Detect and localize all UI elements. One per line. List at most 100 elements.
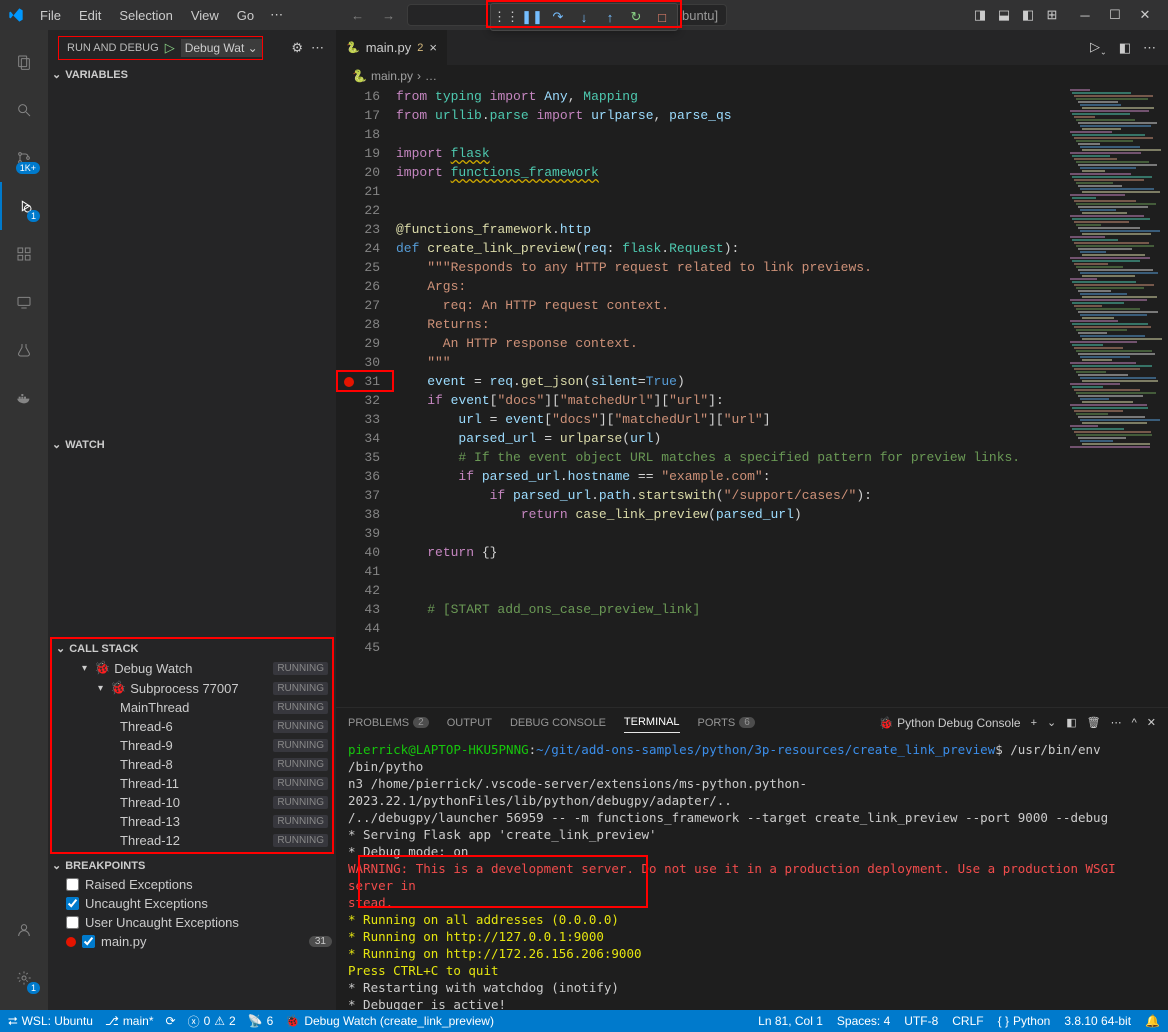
cursor-position[interactable]: Ln 81, Col 1 xyxy=(758,1014,823,1028)
pause-icon[interactable]: ❚❚ xyxy=(521,6,543,28)
menu-file[interactable]: File xyxy=(32,4,69,27)
drag-handle-icon[interactable]: ⋮⋮ xyxy=(495,6,517,28)
encoding-status[interactable]: UTF-8 xyxy=(904,1014,938,1028)
sync-icon[interactable]: ⟳ xyxy=(166,1014,176,1028)
callstack-row[interactable]: ▾🐞Debug WatchRUNNING xyxy=(52,658,332,678)
kill-terminal-icon[interactable]: 🗑 xyxy=(1087,716,1101,729)
activity-bar: 1K+ 1 1 xyxy=(0,30,48,1010)
callstack-row[interactable]: ▾🐞Subprocess 77007RUNNING xyxy=(52,678,332,698)
split-editor-icon[interactable]: ◧ xyxy=(1119,40,1131,56)
settings-gear-icon[interactable]: 1 xyxy=(0,954,48,1002)
menu-go[interactable]: Go xyxy=(229,4,262,27)
callstack-row[interactable]: Thread-6RUNNING xyxy=(52,717,332,736)
callstack-row[interactable]: Thread-9RUNNING xyxy=(52,736,332,755)
debug-terminal-icon: 🐞 Python Debug Console xyxy=(879,716,1021,730)
python-version[interactable]: 3.8.10 64-bit xyxy=(1064,1014,1131,1028)
testing-icon[interactable] xyxy=(0,326,48,374)
config-name[interactable]: Debug Wat ⌄ xyxy=(181,39,262,57)
breakpoints-section: ⌄BREAKPOINTS Raised Exceptions Uncaught … xyxy=(48,856,336,951)
tab-terminal[interactable]: TERMINAL xyxy=(624,712,680,733)
step-over-icon[interactable]: ↷ xyxy=(547,6,569,28)
menu-edit[interactable]: Edit xyxy=(71,4,109,27)
maximize-panel-icon[interactable]: ^ xyxy=(1132,717,1137,729)
tab-debug-console[interactable]: DEBUG CONSOLE xyxy=(510,713,606,733)
restart-icon[interactable]: ↻ xyxy=(625,6,647,28)
editor-more-icon[interactable]: ⋯ xyxy=(1143,40,1156,56)
callstack-row[interactable]: Thread-10RUNNING xyxy=(52,793,332,812)
bp-user-uncaught[interactable]: User Uncaught Exceptions xyxy=(48,913,336,932)
config-gear-icon[interactable]: ⚙ xyxy=(291,40,303,56)
step-out-icon[interactable]: ↑ xyxy=(599,6,621,28)
annotation-highlight xyxy=(358,855,648,908)
sidebar-more-icon[interactable]: ⋯ xyxy=(311,40,324,56)
explorer-icon[interactable] xyxy=(0,38,48,86)
breakpoint-dot-icon xyxy=(66,937,76,947)
bug-icon: 🐞 xyxy=(110,680,126,696)
menu-selection[interactable]: Selection xyxy=(111,4,180,27)
tab-output[interactable]: OUTPUT xyxy=(447,713,492,733)
sidebar-header: RUN AND DEBUG ▷ Debug Wat ⌄ ⚙ ⋯ xyxy=(48,30,336,65)
variables-section-header[interactable]: ⌄VARIABLES xyxy=(48,65,336,84)
tab-main-py[interactable]: 🐍 main.py 2 × xyxy=(336,30,448,65)
ports-status[interactable]: 📡 6 xyxy=(248,1014,274,1028)
nav-forward-icon[interactable]: → xyxy=(382,8,395,23)
menu-view[interactable]: View xyxy=(183,4,227,27)
tab-ports[interactable]: PORTS6 xyxy=(698,713,755,733)
call-stack-section: ⌄CALL STACK ▾🐞Debug WatchRUNNING▾🐞Subpro… xyxy=(50,637,334,854)
window-maximize-icon[interactable]: ☐ xyxy=(1100,3,1130,27)
git-branch[interactable]: ⎇ main* xyxy=(105,1014,154,1028)
new-terminal-icon[interactable]: + xyxy=(1031,717,1037,729)
callstack-row[interactable]: Thread-11RUNNING xyxy=(52,774,332,793)
callstack-row[interactable]: Thread-8RUNNING xyxy=(52,755,332,774)
run-file-icon[interactable]: ▷⌄ xyxy=(1090,39,1107,57)
layout-panel-icon[interactable]: ⬓ xyxy=(994,7,1014,23)
eol-status[interactable]: CRLF xyxy=(952,1014,983,1028)
bp-raised[interactable]: Raised Exceptions xyxy=(48,875,336,894)
editor-tabs: 🐍 main.py 2 × ▷⌄ ◧ ⋯ xyxy=(336,30,1168,65)
indent-status[interactable]: Spaces: 4 xyxy=(837,1014,890,1028)
menu-overflow[interactable]: ⋯ xyxy=(262,3,291,27)
notifications-icon[interactable]: 🔔 xyxy=(1145,1014,1160,1028)
split-terminal-icon[interactable]: ◧ xyxy=(1066,716,1076,729)
start-debug-icon[interactable]: ▷ xyxy=(165,40,175,56)
window-minimize-icon[interactable]: ─ xyxy=(1070,4,1100,27)
layout-customize-icon[interactable]: ⊞ xyxy=(1042,7,1062,23)
layout-secondary-icon[interactable]: ◧ xyxy=(1018,7,1038,23)
terminal-dropdown-icon[interactable]: ⌄ xyxy=(1047,716,1056,729)
tab-problems[interactable]: PROBLEMS2 xyxy=(348,713,429,733)
stop-icon[interactable]: □ xyxy=(651,6,673,28)
remote-explorer-icon[interactable] xyxy=(0,278,48,326)
callstack-row[interactable]: Thread-13RUNNING xyxy=(52,812,332,831)
tab-close-icon[interactable]: × xyxy=(429,40,437,55)
callstack-row[interactable]: MainThreadRUNNING xyxy=(52,698,332,717)
search-icon[interactable] xyxy=(0,86,48,134)
code-editor[interactable]: 1617181920212223242526272829303132333435… xyxy=(336,87,1168,707)
nav-back-icon[interactable]: ← xyxy=(351,8,364,23)
callstack-row[interactable]: Thread-12RUNNING xyxy=(52,831,332,850)
tab-label: main.py xyxy=(366,40,412,55)
window-close-icon[interactable]: ✕ xyxy=(1130,3,1160,27)
bp-uncaught[interactable]: Uncaught Exceptions xyxy=(48,894,336,913)
run-debug-icon[interactable]: 1 xyxy=(0,182,48,230)
problems-status[interactable]: ⓧ 0 ⚠ 2 xyxy=(188,1013,236,1030)
debug-status[interactable]: 🐞 Debug Watch (create_link_preview) xyxy=(285,1014,494,1028)
run-config-selector[interactable]: RUN AND DEBUG ▷ Debug Wat ⌄ xyxy=(58,36,263,60)
breakpoints-section-header[interactable]: ⌄BREAKPOINTS xyxy=(48,856,336,875)
accounts-icon[interactable] xyxy=(0,906,48,954)
extensions-icon[interactable] xyxy=(0,230,48,278)
callstack-section-header[interactable]: ⌄CALL STACK xyxy=(52,639,332,658)
minimap[interactable] xyxy=(1068,87,1168,707)
language-status[interactable]: { } Python xyxy=(998,1014,1051,1028)
panel-more-icon[interactable]: ⋯ xyxy=(1111,716,1122,729)
debug-toolbar[interactable]: ⋮⋮ ❚❚ ↷ ↓ ↑ ↻ □ xyxy=(490,3,678,31)
remote-indicator[interactable]: ⮂ WSL: Ubuntu xyxy=(8,1014,93,1029)
breadcrumbs[interactable]: 🐍 main.py › … xyxy=(336,65,1168,87)
source-control-icon[interactable]: 1K+ xyxy=(0,134,48,182)
close-panel-icon[interactable]: ✕ xyxy=(1147,716,1156,729)
breakpoint-icon[interactable] xyxy=(344,377,354,387)
bp-file[interactable]: main.py31 xyxy=(48,932,336,951)
watch-section-header[interactable]: ⌄WATCH xyxy=(48,435,336,454)
step-into-icon[interactable]: ↓ xyxy=(573,6,595,28)
layout-primary-icon[interactable]: ◨ xyxy=(970,7,990,23)
docker-icon[interactable] xyxy=(0,374,48,422)
